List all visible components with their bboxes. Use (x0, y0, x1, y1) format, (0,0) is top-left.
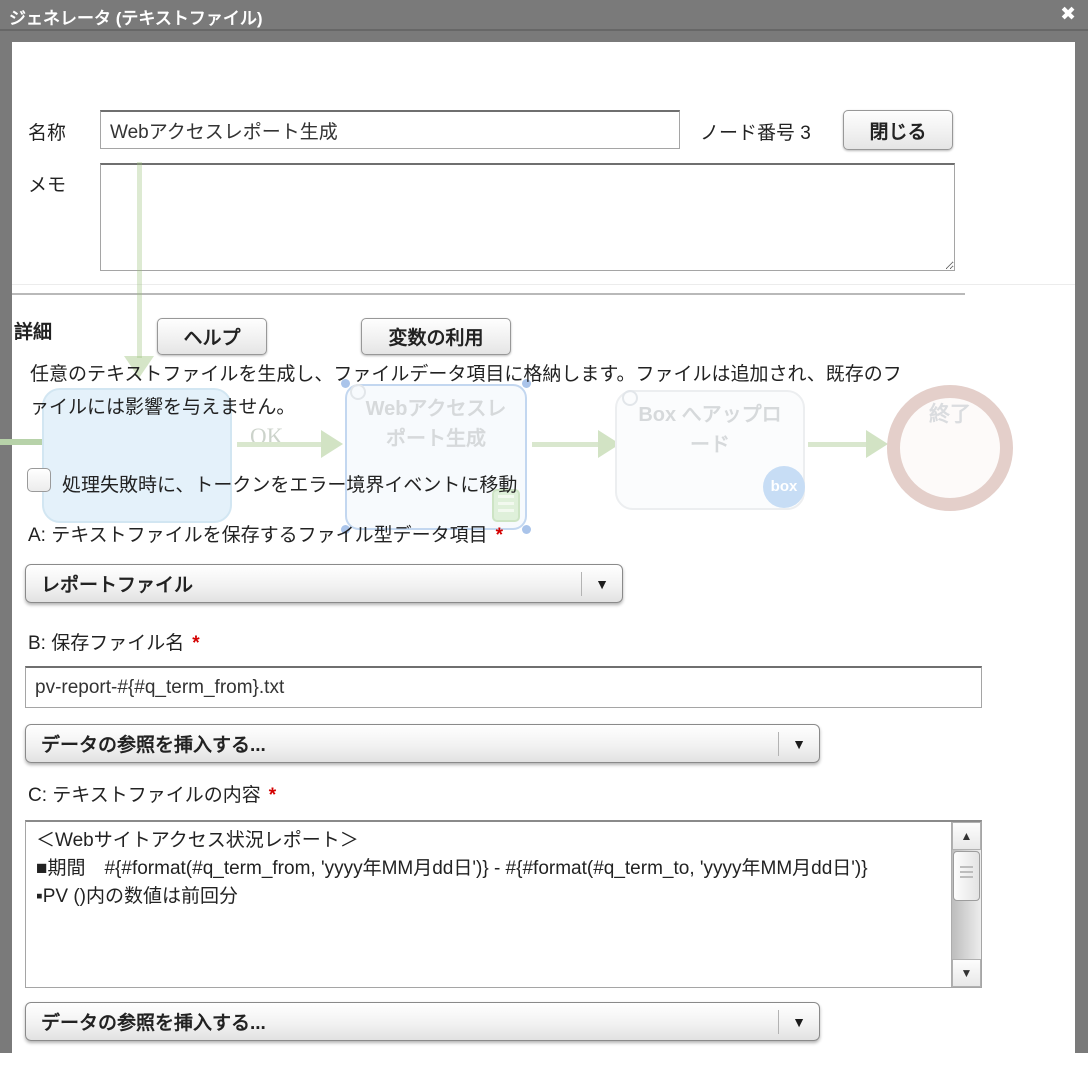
canvas-edge (1075, 42, 1088, 1053)
divider (0, 29, 1088, 31)
flow-arrow-line (237, 442, 321, 447)
close-icon[interactable]: ✖ (1060, 3, 1076, 27)
selection-handle-icon (522, 525, 531, 534)
dialog-titlebar: ジェネレータ (テキストファイル) ✖ (0, 0, 1088, 42)
flow-arrow-line (532, 442, 598, 447)
chevron-down-icon: ▼ (779, 736, 819, 752)
field-a-select[interactable]: レポートファイル ▼ (25, 564, 623, 603)
help-button[interactable]: ヘルプ (157, 318, 267, 355)
flow-down-arrow-line (137, 162, 142, 358)
scrollbar-thumb[interactable] (953, 851, 980, 901)
field-c-label-text: C: テキストファイルの内容 (28, 785, 261, 806)
required-asterisk: * (496, 525, 503, 546)
chevron-down-icon: ▼ (779, 1014, 819, 1030)
close-button[interactable]: 閉じる (843, 110, 953, 150)
error-boundary-checkbox[interactable] (27, 468, 51, 492)
field-c-insert-select[interactable]: データの参照を挿入する... ▼ (25, 1002, 820, 1041)
scroll-up-icon[interactable]: ▲ (952, 822, 981, 850)
file-content-area: ＜Webサイトアクセス状況レポート＞ ■期間 #{#format(#q_term… (25, 820, 982, 988)
file-name-input[interactable] (25, 666, 982, 708)
memo-textarea[interactable] (100, 163, 955, 271)
node-number-label: ノード番号 (700, 123, 795, 144)
name-input[interactable] (100, 110, 680, 149)
required-asterisk: * (269, 785, 276, 806)
divider (12, 293, 965, 295)
scrollbar[interactable]: ▲ ▼ (951, 822, 981, 987)
file-content-textarea[interactable]: ＜Webサイトアクセス状況レポート＞ ■期間 #{#format(#q_term… (26, 822, 951, 987)
generator-dialog: OK Webアクセスレ ポート生成 Box へアップロ ード box 終了 名称… (0, 0, 1088, 1090)
flow-arrow-head (321, 430, 343, 458)
canvas-edge (0, 42, 12, 1053)
field-b-insert-select-value: データの参照を挿入する... (26, 730, 778, 757)
flow-entry-line (0, 439, 42, 445)
field-a-label: A: テキストファイルを保存するファイル型データ項目 * (28, 520, 503, 547)
flow-arrow-head (866, 430, 888, 458)
chevron-down-icon: ▼ (582, 576, 622, 592)
required-asterisk: * (192, 633, 199, 654)
divider (12, 284, 1075, 285)
name-label: 名称 (28, 118, 66, 145)
box-logo-icon: box (763, 466, 805, 508)
flow-arrow-line (808, 442, 866, 447)
field-c-label: C: テキストファイルの内容 * (28, 780, 276, 807)
field-a-label-text: A: テキストファイルを保存するファイル型データ項目 (28, 525, 488, 546)
node-number-value: 3 (800, 123, 811, 144)
variables-button[interactable]: 変数の利用 (361, 318, 511, 355)
field-a-select-value: レポートファイル (26, 570, 581, 597)
field-b-insert-select[interactable]: データの参照を挿入する... ▼ (25, 724, 820, 763)
field-c-insert-select-value: データの参照を挿入する... (26, 1008, 778, 1035)
dialog-title: ジェネレータ (テキストファイル) (9, 4, 263, 29)
service-description: 任意のテキストファイルを生成し、ファイルデータ項目に格納します。ファイルは追加さ… (30, 358, 915, 424)
field-b-label-text: B: 保存ファイル名 (28, 633, 184, 654)
detail-section-title: 詳細 (14, 317, 52, 344)
field-b-label: B: 保存ファイル名 * (28, 628, 200, 655)
node-number: ノード番号 3 (700, 118, 811, 145)
error-boundary-checkbox-label: 処理失敗時に、トークンをエラー境界イベントに移動 (62, 470, 517, 497)
memo-label: メモ (28, 170, 66, 197)
scroll-down-icon[interactable]: ▼ (952, 959, 981, 987)
